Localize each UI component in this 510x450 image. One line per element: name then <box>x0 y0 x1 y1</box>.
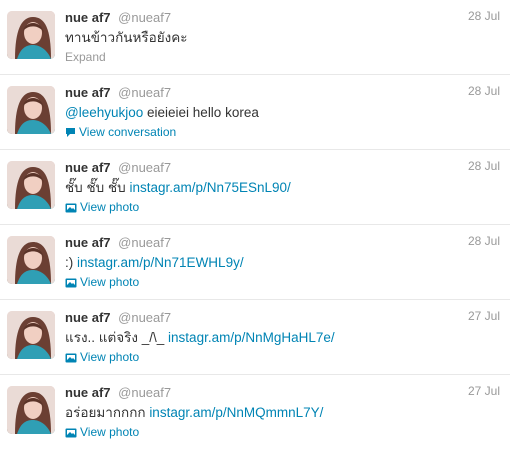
tweet-item[interactable]: nue af7 @nueaf7 28 Jul :) instagr.am/p/N… <box>0 225 510 300</box>
tweet-header: nue af7 @nueaf7 <box>65 159 500 177</box>
tweet-content: nue af7 @nueaf7 27 Jul แรง.. แต่จริง _/\… <box>65 309 500 367</box>
tweet-content: nue af7 @nueaf7 28 Jul ชั๊บ ชั๊บ ชั๊บ in… <box>65 159 500 217</box>
tweet-item[interactable]: nue af7 @nueaf7 27 Jul แรง.. แต่จริง _/\… <box>0 300 510 375</box>
photo-icon <box>65 201 77 217</box>
tweet-timestamp[interactable]: 27 Jul <box>468 309 500 323</box>
tweet-timestamp[interactable]: 27 Jul <box>468 384 500 398</box>
tweet-timeline: nue af7 @nueaf7 28 Jul ทานข้าวกันหรือยัง… <box>0 0 510 450</box>
avatar[interactable] <box>7 311 55 359</box>
tweet-action-label: View conversation <box>79 125 177 139</box>
avatar[interactable] <box>7 11 55 59</box>
tweet-action-link[interactable]: View photo <box>65 424 500 442</box>
user-handle[interactable]: @nueaf7 <box>118 310 171 325</box>
tweet-link[interactable]: @leehyukjoo <box>65 105 143 120</box>
tweet-action-link[interactable]: View conversation <box>65 124 500 142</box>
tweet-action-link[interactable]: View photo <box>65 199 500 217</box>
tweet-action-label: View photo <box>80 275 140 289</box>
user-fullname[interactable]: nue af7 <box>65 160 111 175</box>
tweet-item[interactable]: nue af7 @nueaf7 28 Jul @leehyukjoo eieie… <box>0 75 510 150</box>
user-handle[interactable]: @nueaf7 <box>118 160 171 175</box>
avatar[interactable] <box>7 161 55 209</box>
photo-icon <box>65 426 77 442</box>
tweet-content: nue af7 @nueaf7 28 Jul ทานข้าวกันหรือยัง… <box>65 9 500 65</box>
tweet-timestamp[interactable]: 28 Jul <box>468 159 500 173</box>
tweet-content: nue af7 @nueaf7 28 Jul @leehyukjoo eieie… <box>65 84 500 142</box>
tweet-link[interactable]: instagr.am/p/NnMgHaHL7e/ <box>168 330 335 345</box>
tweet-action-link[interactable]: View photo <box>65 349 500 367</box>
tweet-text-pre: ชั๊บ ชั๊บ ชั๊บ <box>65 180 130 195</box>
user-fullname[interactable]: nue af7 <box>65 235 111 250</box>
user-fullname[interactable]: nue af7 <box>65 385 111 400</box>
tweet-content: nue af7 @nueaf7 28 Jul :) instagr.am/p/N… <box>65 234 500 292</box>
tweet-text: อร่อยมากกกก instagr.am/p/NnMQmmnL7Y/ <box>65 404 500 422</box>
tweet-text-pre: :) <box>65 255 77 270</box>
speech-bubble-icon <box>65 126 76 142</box>
tweet-text-pre: อร่อยมากกกก <box>65 405 150 420</box>
avatar-photo-icon <box>7 86 55 134</box>
avatar[interactable] <box>7 86 55 134</box>
tweet-text: @leehyukjoo eieieiei hello korea <box>65 104 500 122</box>
tweet-text-pre: แรง.. แต่จริง _/\_ <box>65 330 169 345</box>
tweet-action-label: Expand <box>65 50 106 64</box>
user-handle[interactable]: @nueaf7 <box>118 385 171 400</box>
tweet-timestamp[interactable]: 28 Jul <box>468 234 500 248</box>
photo-icon <box>65 276 77 292</box>
tweet-timestamp[interactable]: 28 Jul <box>468 84 500 98</box>
tweet-item[interactable]: nue af7 @nueaf7 28 Jul ชั๊บ ชั๊บ ชั๊บ in… <box>0 150 510 225</box>
user-handle[interactable]: @nueaf7 <box>118 85 171 100</box>
tweet-action-link[interactable]: View photo <box>65 274 500 292</box>
tweet-text: ทานข้าวกันหรือยังคะ <box>65 29 500 47</box>
tweet-link[interactable]: instagr.am/p/NnMQmmnL7Y/ <box>149 405 323 420</box>
tweet-text: :) instagr.am/p/Nn71EWHL9y/ <box>65 254 500 272</box>
tweet-text-post: eieieiei hello korea <box>143 105 259 120</box>
photo-icon <box>65 351 77 367</box>
tweet-header: nue af7 @nueaf7 <box>65 384 500 402</box>
user-fullname[interactable]: nue af7 <box>65 10 111 25</box>
tweet-timestamp[interactable]: 28 Jul <box>468 9 500 23</box>
tweet-action-label: View photo <box>80 350 140 364</box>
user-handle[interactable]: @nueaf7 <box>118 235 171 250</box>
tweet-header: nue af7 @nueaf7 <box>65 234 500 252</box>
tweet-header: nue af7 @nueaf7 <box>65 84 500 102</box>
tweet-action-label: View photo <box>80 200 140 214</box>
tweet-text: แรง.. แต่จริง _/\_ instagr.am/p/NnMgHaHL… <box>65 329 500 347</box>
avatar-photo-icon <box>7 236 55 284</box>
avatar-photo-icon <box>7 386 55 434</box>
tweet-item[interactable]: nue af7 @nueaf7 27 Jul อร่อยมากกกก insta… <box>0 375 510 450</box>
user-fullname[interactable]: nue af7 <box>65 85 111 100</box>
avatar[interactable] <box>7 386 55 434</box>
tweet-action-label: View photo <box>80 425 140 439</box>
tweet-text-pre: ทานข้าวกันหรือยังคะ <box>65 30 188 45</box>
tweet-text: ชั๊บ ชั๊บ ชั๊บ instagr.am/p/Nn75ESnL90/ <box>65 179 500 197</box>
tweet-content: nue af7 @nueaf7 27 Jul อร่อยมากกกก insta… <box>65 384 500 442</box>
tweet-action-link[interactable]: Expand <box>65 49 500 65</box>
tweet-link[interactable]: instagr.am/p/Nn71EWHL9y/ <box>77 255 244 270</box>
tweet-item[interactable]: nue af7 @nueaf7 28 Jul ทานข้าวกันหรือยัง… <box>0 0 510 75</box>
avatar-photo-icon <box>7 161 55 209</box>
tweet-header: nue af7 @nueaf7 <box>65 309 500 327</box>
avatar[interactable] <box>7 236 55 284</box>
tweet-link[interactable]: instagr.am/p/Nn75ESnL90/ <box>129 180 290 195</box>
user-handle[interactable]: @nueaf7 <box>118 10 171 25</box>
avatar-photo-icon <box>7 11 55 59</box>
tweet-header: nue af7 @nueaf7 <box>65 9 500 27</box>
avatar-photo-icon <box>7 311 55 359</box>
user-fullname[interactable]: nue af7 <box>65 310 111 325</box>
